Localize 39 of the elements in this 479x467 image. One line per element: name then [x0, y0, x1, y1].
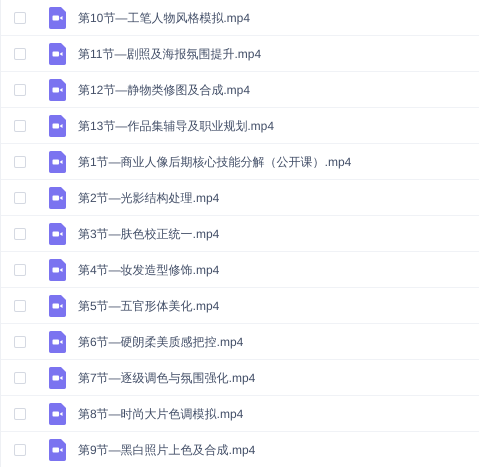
video-file-icon — [49, 6, 66, 28]
file-name[interactable]: 第4节—妆发造型修饰.mp4 — [78, 260, 220, 278]
file-name[interactable]: 第11节—剧照及海报氛围提升.mp4 — [78, 44, 262, 62]
file-name[interactable]: 第5节—五官形体美化.mp4 — [78, 296, 220, 314]
file-name[interactable]: 第13节—作品集辅导及职业规划.mp4 — [78, 116, 274, 134]
checkbox[interactable] — [14, 192, 26, 204]
video-file-icon — [49, 186, 66, 208]
checkbox[interactable] — [14, 300, 26, 312]
checkbox[interactable] — [14, 408, 26, 420]
checkbox[interactable] — [14, 84, 26, 96]
video-file-icon — [49, 330, 66, 352]
video-file-icon — [49, 222, 66, 244]
checkbox[interactable] — [14, 12, 26, 24]
checkbox[interactable] — [14, 372, 26, 384]
file-name[interactable]: 第6节—硬朗柔美质感把控.mp4 — [78, 332, 244, 350]
file-name[interactable]: 第7节—逐级调色与氛围强化.mp4 — [78, 368, 256, 386]
file-name[interactable]: 第1节—商业人像后期核心技能分解（公开课）.mp4 — [78, 152, 352, 170]
checkbox[interactable] — [14, 48, 26, 60]
video-file-icon — [49, 402, 66, 424]
file-name[interactable]: 第9节—黑白照片上色及合成.mp4 — [78, 440, 256, 458]
checkbox[interactable] — [14, 228, 26, 240]
file-name[interactable]: 第3节—肤色校正统一.mp4 — [78, 224, 220, 242]
checkbox[interactable] — [14, 264, 26, 276]
video-file-icon — [49, 258, 66, 280]
video-file-icon — [49, 438, 66, 460]
file-name[interactable]: 第12节—静物类修图及合成.mp4 — [78, 80, 250, 98]
file-name[interactable]: 第8节—时尚大片色调模拟.mp4 — [78, 404, 244, 422]
file-name[interactable]: 第10节—工笔人物风格模拟.mp4 — [78, 8, 250, 26]
video-file-icon — [49, 150, 66, 172]
file-name[interactable]: 第2节—光影结构处理.mp4 — [78, 188, 220, 206]
checkbox[interactable] — [14, 336, 26, 348]
checkbox[interactable] — [14, 120, 26, 132]
checkbox[interactable] — [14, 156, 26, 168]
video-file-icon — [49, 42, 66, 64]
video-file-icon — [49, 294, 66, 316]
video-file-icon — [49, 366, 66, 388]
video-file-icon — [49, 78, 66, 100]
video-file-icon — [49, 114, 66, 136]
checkbox[interactable] — [14, 444, 26, 456]
